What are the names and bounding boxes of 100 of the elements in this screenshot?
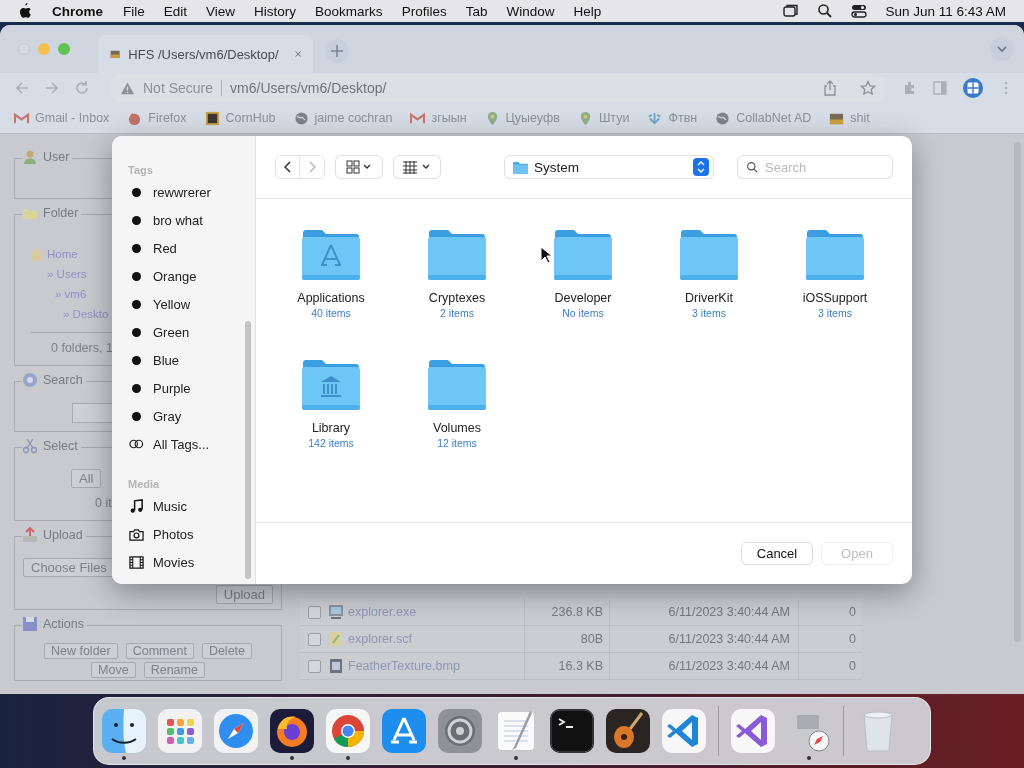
control-center-icon[interactable] <box>851 3 868 19</box>
tab-search-icon[interactable] <box>990 37 1014 61</box>
group-grid-icon <box>402 160 432 174</box>
search-icon[interactable] <box>817 3 834 19</box>
sidebar-item[interactable]: Yellow <box>128 290 255 318</box>
table-cell-text: 0 <box>848 605 857 619</box>
folder-name: DriverKit <box>685 291 733 305</box>
guitar-icon[interactable] <box>606 709 650 753</box>
sidebar-item[interactable]: Purple <box>128 374 255 402</box>
menu-app-name[interactable]: Chrome <box>52 3 103 19</box>
icon-grid-icon <box>346 160 372 174</box>
sidebar-item[interactable]: Music <box>128 492 255 520</box>
row-checkbox[interactable] <box>307 605 321 619</box>
search-icon <box>746 161 759 174</box>
folder-icon[interactable] <box>427 229 487 281</box>
sidebar-heading: Media <box>128 477 161 492</box>
close-tab-icon[interactable] <box>294 49 301 59</box>
folder-icon[interactable] <box>301 229 361 281</box>
location-popup[interactable]: System <box>505 156 713 178</box>
view-mode-button[interactable] <box>336 156 382 178</box>
computer-icon <box>328 604 344 620</box>
tag-dot-icon <box>131 243 141 253</box>
menu-item[interactable]: Bookmarks <box>315 3 383 19</box>
scrollbar[interactable] <box>245 321 251 579</box>
code-editor-icon[interactable] <box>662 709 706 753</box>
forward-icon[interactable] <box>44 80 60 96</box>
gear-icon[interactable] <box>438 709 482 753</box>
share-icon[interactable] <box>822 80 838 96</box>
music-note-icon <box>128 498 144 514</box>
zoom-window-icon[interactable] <box>58 43 70 55</box>
folder-icon[interactable] <box>679 229 739 281</box>
globe-icon <box>293 110 309 126</box>
finder-face-icon[interactable] <box>102 709 146 753</box>
folder-icon[interactable] <box>553 229 613 281</box>
folder-icon[interactable] <box>301 359 361 411</box>
apple-logo-icon[interactable] <box>18 3 32 19</box>
menu-item[interactable]: Tab <box>465 3 488 19</box>
side-panel-icon[interactable] <box>932 80 948 96</box>
panel-title: Folder <box>43 206 79 220</box>
sidebar-item[interactable]: rewwrerer <box>128 178 255 206</box>
help-icon <box>22 372 38 388</box>
menu-item[interactable]: Profiles <box>401 3 447 19</box>
terminal-icon[interactable] <box>550 709 594 753</box>
sidebar-item[interactable]: Blue <box>128 346 255 374</box>
sidebar-item[interactable]: Gray <box>128 402 255 430</box>
folder-summary: 0 folders, 1 <box>51 340 113 357</box>
panel-title: User <box>43 150 70 164</box>
table-cell-text: 0 <box>848 632 857 646</box>
sidebar-item[interactable]: All Tags... <box>128 430 255 458</box>
folder-name: Cryptexes <box>428 291 486 305</box>
back-button[interactable] <box>276 156 300 178</box>
upload-icon <box>22 527 38 543</box>
sidebar-item[interactable]: Photos <box>128 520 255 548</box>
reload-icon[interactable] <box>74 80 90 96</box>
fox-globe-icon[interactable] <box>270 709 314 753</box>
sidebar-item[interactable]: Red <box>128 234 255 262</box>
chevron-left-icon <box>282 160 293 174</box>
chevron-right-icon <box>307 160 317 174</box>
mail-icon <box>14 110 29 126</box>
browser-tab[interactable]: HFS /Users/vm6/Desktop/ <box>98 35 313 73</box>
sidebar-item[interactable]: Green <box>128 318 255 346</box>
menu-clock[interactable]: Sun Jun 11 6:43 AM <box>885 3 1006 19</box>
menu-item[interactable]: History <box>254 3 297 19</box>
item-count: 3 items <box>692 307 726 319</box>
menu-item[interactable]: Edit <box>163 3 188 19</box>
windows-icon[interactable] <box>783 3 800 19</box>
tag-dot-icon <box>131 411 141 421</box>
row-checkbox[interactable] <box>307 632 321 646</box>
date-cell: 6/11/2023 3:40:44 AM <box>609 626 799 652</box>
search-field[interactable]: Search <box>738 156 892 178</box>
sidebar-heading: Tags <box>128 163 154 178</box>
menu-item[interactable]: Window <box>506 3 555 19</box>
selection-summary: 0 it <box>95 495 112 512</box>
item-count: 40 items <box>311 307 351 319</box>
ide-logo-icon[interactable] <box>731 709 775 753</box>
tag-dot-icon <box>131 299 141 309</box>
sidebar-item[interactable]: Movies <box>128 548 255 576</box>
group-by-button[interactable] <box>394 156 440 178</box>
item-count: 142 items <box>308 437 354 449</box>
up-down-arrows-icon <box>693 158 709 176</box>
app-grid-icon[interactable] <box>158 709 202 753</box>
mail-icon <box>410 110 426 126</box>
folder-icon[interactable] <box>427 359 487 411</box>
folder-icon <box>513 160 528 174</box>
compass-icon[interactable] <box>214 709 258 753</box>
bookmark-star-icon[interactable] <box>860 80 876 96</box>
menu-item[interactable]: View <box>206 3 236 19</box>
sidebar-item[interactable]: bro what <box>128 206 255 234</box>
app-store-icon[interactable] <box>382 709 426 753</box>
address-bar[interactable]: Not Secure vm6/Users/vm6/Desktop/ <box>108 74 888 102</box>
menu-item[interactable]: File <box>123 3 145 19</box>
dialog-button[interactable]: Cancel <box>742 543 812 564</box>
menu-item[interactable]: Help <box>573 3 602 19</box>
new-tab-icon[interactable] <box>325 39 349 63</box>
sidebar-item[interactable]: Orange <box>128 262 255 290</box>
back-icon[interactable] <box>14 80 30 96</box>
row-checkbox[interactable] <box>307 659 321 673</box>
panel-title: Upload <box>43 528 83 542</box>
folder-icon[interactable] <box>805 229 865 281</box>
profile-icon[interactable] <box>962 77 984 99</box>
